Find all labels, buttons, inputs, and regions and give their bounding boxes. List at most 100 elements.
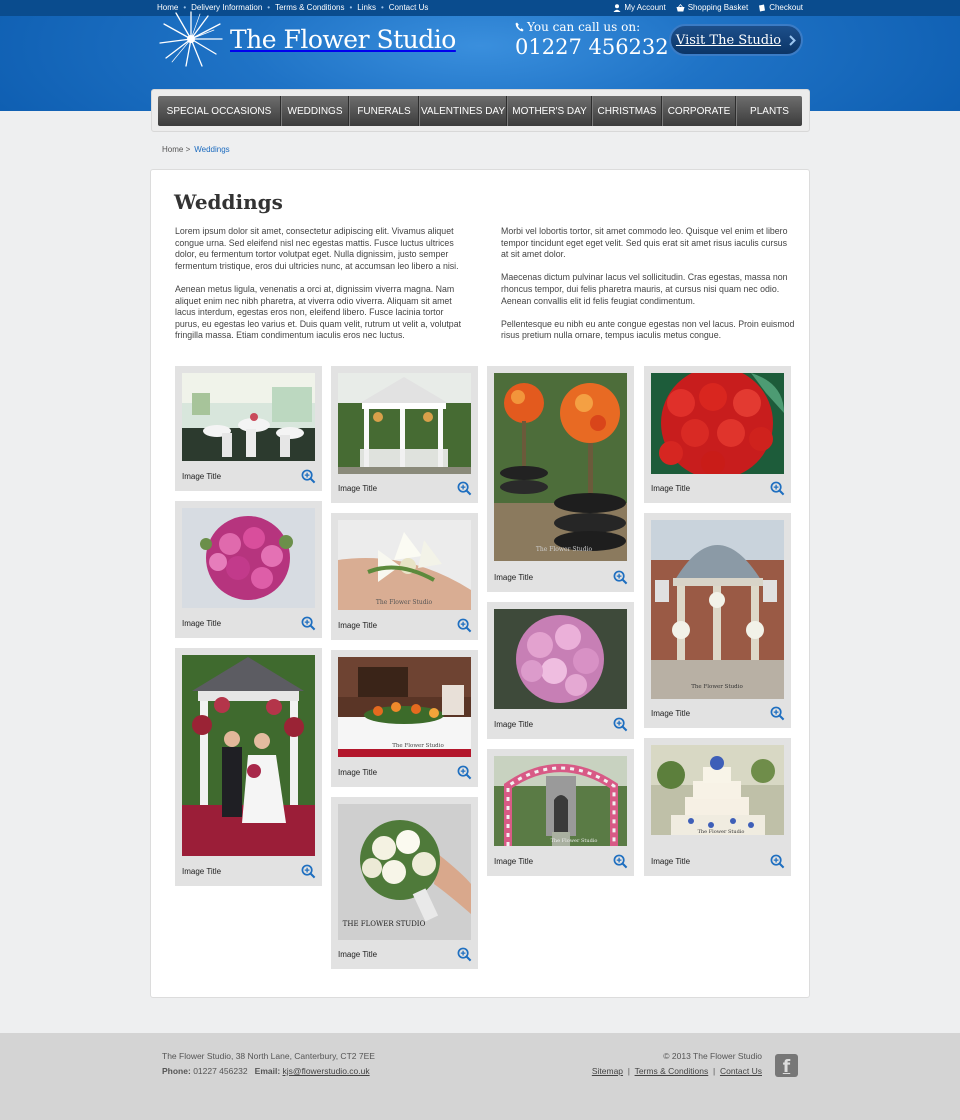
photo-pink-bouquet[interactable]: [182, 508, 315, 608]
checkout-link[interactable]: Checkout: [758, 3, 803, 12]
photo-wedding-cake[interactable]: The Flower Studio: [651, 745, 784, 835]
nav-mothers-day[interactable]: Mother's Day: [507, 96, 592, 126]
zoom-icon[interactable]: [457, 618, 472, 633]
photo-dome-pavilion[interactable]: The Flower Studio: [651, 520, 784, 699]
gallery-item-flower-trees[interactable]: The Flower Studio Image Title: [487, 366, 634, 592]
gallery-item-pink-roses[interactable]: Image Title: [487, 602, 634, 739]
photo-gazebo[interactable]: [338, 373, 471, 474]
nav-funerals[interactable]: Funerals: [349, 96, 419, 126]
photo-reception-hall[interactable]: [182, 373, 315, 461]
zoom-icon[interactable]: [301, 469, 316, 484]
visit-studio-label: Visit The Studio: [675, 32, 782, 48]
user-icon: [613, 3, 621, 12]
photo-watermark: The Flower Studio: [376, 599, 433, 606]
gallery-item-pink-bouquet[interactable]: Image Title: [175, 501, 322, 638]
page-title: Weddings: [174, 190, 283, 214]
intro-right-column: Morbi vel lobortis tortor, sit amet comm…: [501, 226, 796, 354]
logo-text: The Flower Studio: [230, 24, 456, 54]
footer-phone-label: Phone:: [162, 1066, 191, 1076]
gallery-item-reception-hall[interactable]: Image Title: [175, 366, 322, 491]
zoom-icon[interactable]: [301, 616, 316, 631]
shopping-basket-link[interactable]: Shopping Basket: [676, 3, 748, 12]
photo-watermark: The Flower Studio: [698, 829, 745, 835]
zoom-icon[interactable]: [613, 854, 628, 869]
image-caption: Image Title: [338, 950, 378, 959]
nav-valentines-day[interactable]: Valentines Day: [419, 96, 507, 126]
zoom-icon[interactable]: [457, 947, 472, 962]
footer-phone: 01227 456232: [193, 1066, 248, 1076]
gallery-item-table-arrangement[interactable]: The Flower Studio Image Title: [331, 650, 478, 787]
image-caption: Image Title: [182, 619, 222, 628]
gallery-item-white-rose-bouquet[interactable]: THE FLOWER STUDIO Image Title: [331, 797, 478, 969]
nav-special-occasions[interactable]: Special Occasions: [158, 96, 281, 126]
zoom-icon[interactable]: [457, 765, 472, 780]
zoom-icon[interactable]: [770, 854, 785, 869]
gallery-item-floral-arch[interactable]: The Flower Studio Image Title: [487, 749, 634, 876]
zoom-icon[interactable]: [770, 481, 785, 496]
image-caption: Image Title: [338, 484, 378, 493]
breadcrumb-home[interactable]: Home >: [162, 145, 190, 154]
photo-floral-arch[interactable]: The Flower Studio: [494, 756, 627, 846]
facebook-icon[interactable]: f: [775, 1054, 798, 1077]
footer-email-link[interactable]: kjs@flowerstudio.co.uk: [283, 1066, 370, 1076]
image-caption: Image Title: [651, 709, 691, 718]
gallery-item-gazebo[interactable]: Image Title: [331, 366, 478, 503]
photo-wrist-corsage[interactable]: The Flower Studio: [338, 520, 471, 610]
checkout-icon: [759, 4, 766, 11]
footer-contact-link[interactable]: Contact Us: [720, 1066, 762, 1076]
gallery-item-wrist-corsage[interactable]: The Flower Studio Image Title: [331, 513, 478, 640]
site-logo[interactable]: The Flower Studio: [158, 10, 456, 68]
photo-watermark: THE FLOWER STUDIO: [343, 920, 426, 928]
photo-table-arrangement[interactable]: The Flower Studio: [338, 657, 471, 757]
nav-corporate[interactable]: Corporate: [662, 96, 736, 126]
site-footer: [0, 1033, 960, 1120]
my-account-link[interactable]: My Account: [613, 3, 666, 12]
zoom-icon[interactable]: [301, 864, 316, 879]
main-nav: Special Occasions Weddings Funerals Vale…: [158, 96, 802, 126]
image-caption: Image Title: [651, 857, 691, 866]
photo-watermark: The Flower Studio: [536, 546, 593, 553]
image-caption: Image Title: [182, 472, 222, 481]
gallery-item-wedding-cake[interactable]: The Flower Studio Image Title: [644, 738, 791, 876]
zoom-icon[interactable]: [613, 717, 628, 732]
breadcrumb: Home > Weddings: [162, 145, 230, 154]
photo-white-rose-bouquet[interactable]: THE FLOWER STUDIO: [338, 804, 471, 940]
photo-wedding-couple[interactable]: [182, 655, 315, 856]
gallery-item-wedding-couple[interactable]: Image Title: [175, 648, 322, 886]
zoom-icon[interactable]: [457, 481, 472, 496]
intro-paragraph: Maecenas dictum pulvinar lacus vel solli…: [501, 272, 788, 306]
gallery-item-red-roses[interactable]: Image Title: [644, 366, 791, 503]
header-phone-number: 01227 456232: [515, 35, 669, 59]
my-account-label: My Account: [624, 3, 666, 12]
footer-sitemap-link[interactable]: Sitemap: [592, 1066, 623, 1076]
breadcrumb-current[interactable]: Weddings: [194, 145, 229, 154]
footer-copyright: © 2013 The Flower Studio: [663, 1051, 762, 1061]
nav-christmas[interactable]: Christmas: [592, 96, 662, 126]
footer-address: The Flower Studio, 38 North Lane, Canter…: [162, 1051, 375, 1061]
photo-pink-roses[interactable]: [494, 609, 627, 709]
footer-email-label: Email:: [254, 1066, 281, 1076]
photo-red-roses[interactable]: [651, 373, 784, 474]
photo-watermark: The Flower Studio: [392, 743, 444, 749]
top-utility-bar: Home • Delivery Information • Terms & Co…: [0, 0, 960, 16]
intro-left-column: Lorem ipsum dolor sit amet, consectetur …: [175, 226, 470, 354]
zoom-icon[interactable]: [613, 570, 628, 585]
chevron-right-icon: [789, 34, 797, 46]
intro-paragraph: Lorem ipsum dolor sit amet, consectetur …: [175, 226, 459, 271]
zoom-icon[interactable]: [770, 706, 785, 721]
separator: |: [710, 1066, 718, 1076]
image-caption: Image Title: [338, 768, 378, 777]
gallery-item-dome-pavilion[interactable]: The Flower Studio Image Title: [644, 513, 791, 728]
phone-icon: [515, 22, 524, 32]
account-links: My Account Shopping Basket Checkout: [613, 3, 803, 12]
photo-flower-trees[interactable]: The Flower Studio: [494, 373, 627, 561]
image-caption: Image Title: [494, 857, 534, 866]
footer-terms-link[interactable]: Terms & Conditions: [635, 1066, 709, 1076]
image-caption: Image Title: [651, 484, 691, 493]
nav-plants[interactable]: Plants: [736, 96, 802, 126]
visit-studio-button[interactable]: Visit The Studio: [669, 24, 803, 56]
basket-icon: [676, 3, 685, 11]
image-caption: Image Title: [494, 573, 534, 582]
nav-weddings[interactable]: Weddings: [281, 96, 349, 126]
photo-watermark: The Flower Studio: [691, 684, 743, 690]
